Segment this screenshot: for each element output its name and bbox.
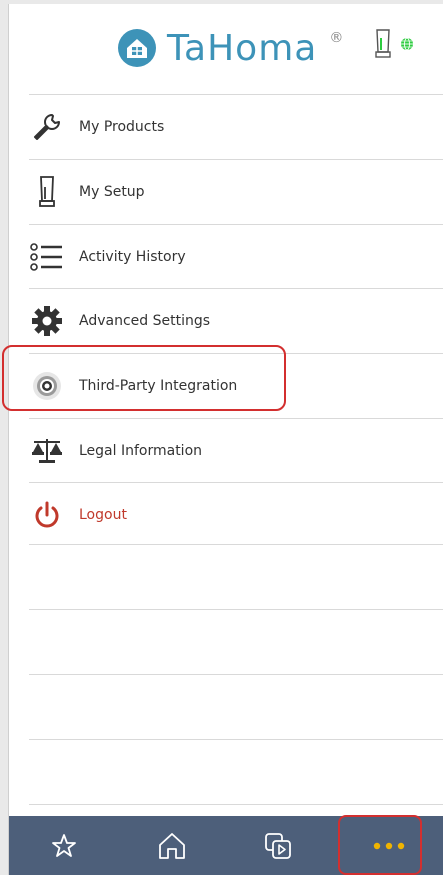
menu-item-label: Activity History — [79, 249, 186, 265]
gear-icon — [29, 303, 65, 339]
menu-item-activity-history[interactable]: Activity History — [9, 225, 443, 289]
divider — [29, 544, 443, 545]
menu-item-label: Third-Party Integration — [79, 378, 238, 394]
registered-mark: ® — [329, 30, 344, 46]
menu-item-advanced-settings[interactable]: Advanced Settings — [9, 289, 443, 353]
gateway-status-icon[interactable] — [374, 28, 392, 60]
menu-item-third-party-integration[interactable]: Third-Party Integration — [9, 354, 443, 418]
header: TaHoma ® — [9, 4, 443, 96]
gateway-icon — [29, 174, 65, 210]
menu-item-logout[interactable]: Logout — [9, 483, 443, 547]
power-icon — [29, 497, 65, 533]
more-tab[interactable] — [349, 816, 429, 875]
favorites-icon — [52, 833, 76, 857]
menu-item-legal-information[interactable]: Legal Information — [9, 419, 443, 483]
home-icon — [118, 29, 156, 67]
menu-item-label: Legal Information — [79, 443, 203, 459]
wrench-icon — [29, 109, 65, 145]
divider — [29, 804, 443, 805]
divider — [29, 609, 443, 610]
home-tab[interactable] — [132, 816, 212, 875]
home-icon — [159, 832, 185, 859]
favorites-tab[interactable] — [24, 816, 104, 875]
brand-name: TaHoma — [167, 27, 318, 69]
menu-item-label: Advanced Settings — [79, 313, 211, 329]
scenarios-icon — [265, 832, 291, 859]
more-icon — [373, 842, 405, 849]
divider — [29, 739, 443, 740]
divider — [29, 674, 443, 675]
globe-icon[interactable] — [400, 37, 414, 51]
app-frame: TaHoma ® My Products My Setup Activity H… — [8, 4, 443, 875]
target-icon — [29, 368, 65, 404]
menu-item-label: My Setup — [79, 184, 145, 200]
menu-item-my-setup[interactable]: My Setup — [9, 160, 443, 224]
menu-item-my-products[interactable]: My Products — [9, 95, 443, 159]
menu-item-label: Logout — [79, 507, 127, 523]
menu-item-label: My Products — [79, 119, 165, 135]
bottom-nav — [9, 816, 443, 875]
header-status[interactable] — [374, 28, 414, 60]
tahoma-logo: TaHoma ® — [117, 26, 343, 70]
scales-icon — [29, 433, 65, 469]
scenarios-tab[interactable] — [238, 816, 318, 875]
list-icon — [29, 239, 65, 275]
